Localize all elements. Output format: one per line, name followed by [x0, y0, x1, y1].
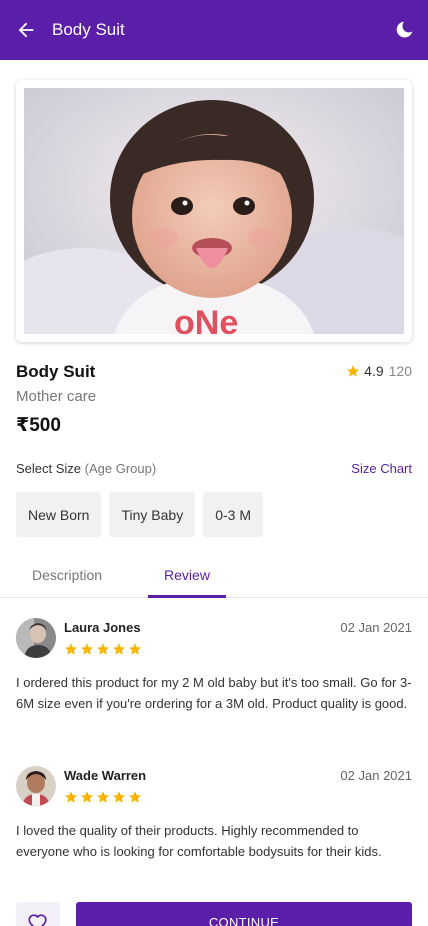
- product-category: Mother care: [16, 388, 97, 405]
- review-text: I ordered this product for my 2 M old ba…: [16, 675, 412, 711]
- review-item: Laura Jones 02 Jan 2021 I ordered this p…: [16, 618, 412, 748]
- product-image[interactable]: oNe: [24, 88, 404, 334]
- heart-icon: [28, 914, 47, 926]
- review-item: Wade Warren 02 Jan 2021 I loved the qual…: [16, 766, 412, 896]
- avatar: [16, 618, 56, 658]
- tab-review[interactable]: Review: [148, 558, 226, 598]
- rating-count: 120: [388, 363, 412, 379]
- back-button[interactable]: [0, 0, 52, 60]
- review-date: 02 Jan 2021: [340, 768, 412, 783]
- rating-value: 4.9: [364, 363, 384, 379]
- page-title: Body Suit: [52, 20, 125, 39]
- select-size-label: Select Size (Age Group): [16, 461, 156, 476]
- star-icon: [112, 643, 126, 655]
- review-stars: [64, 642, 142, 656]
- star-icon: [80, 643, 94, 655]
- review-date: 02 Jan 2021: [340, 620, 412, 635]
- star-icon: [128, 791, 142, 803]
- moon-icon: [396, 21, 413, 38]
- app-bar: Body Suit: [0, 0, 428, 60]
- tab-description[interactable]: Description: [16, 558, 118, 598]
- size-chart-link[interactable]: Size Chart: [351, 461, 412, 476]
- arrow-left-icon: [18, 22, 34, 38]
- star-icon: [96, 791, 110, 803]
- size-options: New Born Tiny Baby 0-3 M: [16, 492, 263, 537]
- avatar: [16, 766, 56, 806]
- star-icon: [64, 643, 78, 655]
- star-icon: [64, 791, 78, 803]
- product-name: Body Suit: [16, 362, 96, 381]
- size-option-new-born[interactable]: New Born: [16, 492, 102, 537]
- product-price: ₹500: [16, 415, 61, 436]
- select-size-text: Select Size: [16, 461, 82, 476]
- select-size-hint: (Age Group): [84, 461, 157, 476]
- star-icon: [112, 791, 126, 803]
- star-icon: [96, 643, 110, 655]
- baby-photo: oNe: [24, 88, 404, 334]
- star-icon: [128, 643, 142, 655]
- size-option-tiny-baby[interactable]: Tiny Baby: [109, 492, 196, 537]
- review-text: I loved the quality of their products. H…: [16, 823, 382, 859]
- product-image-card: oNe: [16, 80, 412, 342]
- size-option-0-3m[interactable]: 0-3 M: [203, 492, 263, 537]
- product-rating: 4.9 120: [346, 363, 412, 379]
- star-icon: [80, 791, 94, 803]
- reviewer-name: Wade Warren: [64, 768, 147, 783]
- theme-toggle-button[interactable]: [380, 0, 428, 60]
- wishlist-button[interactable]: [16, 902, 60, 926]
- continue-button[interactable]: CONTINUE: [76, 902, 412, 926]
- bottom-action-bar: CONTINUE: [0, 902, 428, 926]
- product-tabs: Description Review: [16, 558, 226, 598]
- reviewer-name: Laura Jones: [64, 620, 141, 635]
- star-icon: [347, 365, 360, 377]
- review-stars: [64, 790, 142, 804]
- svg-text:oNe: oNe: [174, 304, 238, 334]
